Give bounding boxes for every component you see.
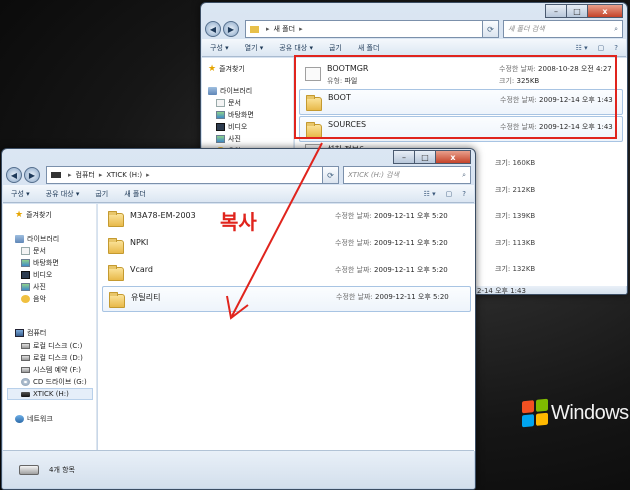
windows-logo-text: Windows: [551, 401, 629, 424]
windows-flag-icon: [522, 398, 548, 428]
windows-logo: Windows: [522, 398, 629, 428]
